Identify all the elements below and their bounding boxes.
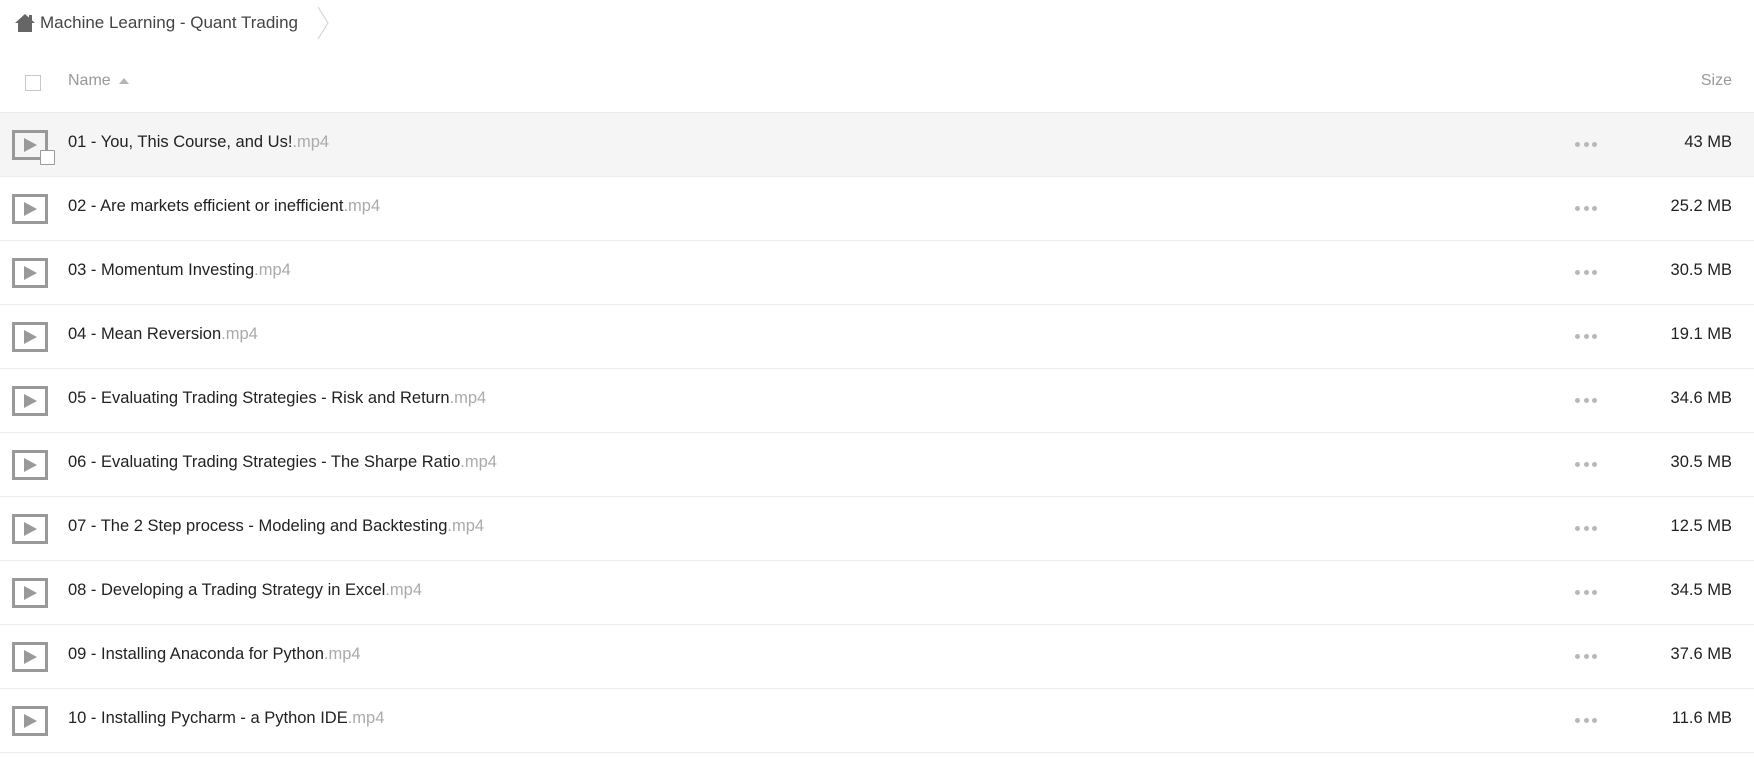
file-extension: .mp4	[347, 709, 385, 727]
sort-ascending-icon	[118, 78, 129, 84]
file-extension: .mp4	[221, 325, 258, 343]
file-row[interactable]: 07 - The 2 Step process - Modeling and B…	[0, 497, 1754, 561]
file-name[interactable]: 04 - Mean Reversion.mp4	[68, 325, 258, 344]
more-options-icon[interactable]	[1575, 270, 1597, 276]
file-name[interactable]: 05 - Evaluating Trading Strategies - Ris…	[68, 389, 486, 408]
more-options-icon[interactable]	[1575, 206, 1597, 212]
file-size: 25.2 MB	[1670, 197, 1732, 215]
file-size: 11.6 MB	[1671, 709, 1732, 727]
file-name[interactable]: 01 - You, This Course, and Us!.mp4	[68, 133, 329, 152]
home-icon[interactable]	[14, 13, 36, 33]
file-extension: .mp4	[254, 261, 291, 279]
file-name-base: 03 - Momentum Investing	[68, 261, 255, 279]
file-name[interactable]: 10 - Installing Pycharm - a Python IDE.m…	[68, 709, 384, 728]
file-extension: .mp4	[447, 517, 485, 535]
file-extension: .mp4	[460, 453, 497, 471]
name-column-header[interactable]: Name	[68, 72, 129, 90]
file-name-base: 08 - Developing a Trading Strategy in Ex…	[68, 581, 386, 599]
more-options-icon[interactable]	[1575, 590, 1597, 596]
name-column-label: Name	[68, 72, 111, 89]
file-size: 30.5 MB	[1670, 261, 1732, 279]
more-options-icon[interactable]	[1575, 334, 1597, 340]
breadcrumb: Machine Learning - Quant Trading	[14, 6, 330, 40]
file-name[interactable]: 06 - Evaluating Trading Strategies - The…	[68, 453, 497, 472]
file-row[interactable]: 08 - Developing a Trading Strategy in Ex…	[0, 561, 1754, 625]
file-row[interactable]: 09 - Installing Anaconda for Python.mp4 …	[0, 625, 1754, 689]
file-name[interactable]: 09 - Installing Anaconda for Python.mp4	[68, 645, 361, 664]
file-extension: .mp4	[323, 645, 361, 663]
more-options-icon[interactable]	[1575, 654, 1597, 660]
more-options-icon[interactable]	[1575, 398, 1597, 404]
file-size: 12.5 MB	[1670, 517, 1732, 535]
file-extension: .mp4	[449, 389, 487, 407]
file-size: 19.1 MB	[1670, 325, 1732, 343]
file-name[interactable]: 03 - Momentum Investing.mp4	[68, 261, 291, 280]
file-size: 37.6 MB	[1670, 645, 1732, 663]
file-name-base: 07 - The 2 Step process - Modeling and B…	[68, 517, 448, 535]
file-list: 01 - You, This Course, and Us!.mp4 43 MB…	[0, 113, 1754, 753]
video-file-icon	[12, 706, 48, 736]
video-file-icon	[12, 194, 48, 224]
file-extension: .mp4	[292, 133, 330, 151]
file-extension: .mp4	[343, 197, 381, 215]
file-row[interactable]: 04 - Mean Reversion.mp4 19.1 MB	[0, 305, 1754, 369]
more-options-icon[interactable]	[1575, 142, 1597, 148]
file-row[interactable]: 02 - Are markets efficient or inefficien…	[0, 177, 1754, 241]
file-name[interactable]: 07 - The 2 Step process - Modeling and B…	[68, 517, 484, 536]
video-file-icon	[12, 450, 48, 480]
video-file-icon	[12, 322, 48, 352]
file-size: 30.5 MB	[1670, 453, 1732, 471]
video-file-icon	[12, 386, 48, 416]
file-name-base: 01 - You, This Course, and Us!	[68, 133, 293, 151]
file-extension: .mp4	[385, 581, 423, 599]
file-name-base: 04 - Mean Reversion	[68, 325, 222, 343]
file-row[interactable]: 01 - You, This Course, and Us!.mp4 43 MB	[0, 113, 1754, 177]
video-file-icon	[12, 258, 48, 288]
more-options-icon[interactable]	[1575, 462, 1597, 468]
select-all-checkbox[interactable]	[25, 75, 41, 91]
size-column-header[interactable]: Size	[1701, 72, 1732, 90]
file-size: 34.6 MB	[1670, 389, 1732, 407]
file-row[interactable]: 03 - Momentum Investing.mp4 30.5 MB	[0, 241, 1754, 305]
more-options-icon[interactable]	[1575, 718, 1597, 724]
file-size: 43 MB	[1684, 133, 1732, 151]
file-name[interactable]: 02 - Are markets efficient or inefficien…	[68, 197, 380, 216]
file-row[interactable]: 05 - Evaluating Trading Strategies - Ris…	[0, 369, 1754, 433]
file-row[interactable]: 10 - Installing Pycharm - a Python IDE.m…	[0, 689, 1754, 753]
file-list-header: Name Size	[0, 58, 1754, 113]
video-file-icon	[12, 578, 48, 608]
file-row[interactable]: 06 - Evaluating Trading Strategies - The…	[0, 433, 1754, 497]
video-file-icon	[12, 514, 48, 544]
file-size: 34.5 MB	[1670, 581, 1732, 599]
chevron-right-icon	[317, 6, 329, 40]
file-name-base: 02 - Are markets efficient or inefficien…	[68, 197, 344, 215]
file-name-base: 05 - Evaluating Trading Strategies - Ris…	[68, 389, 450, 407]
row-select-checkbox[interactable]	[40, 150, 55, 165]
file-name-base: 09 - Installing Anaconda for Python	[68, 645, 324, 663]
file-name-base: 10 - Installing Pycharm - a Python IDE	[68, 709, 348, 727]
video-file-icon	[12, 642, 48, 672]
file-name[interactable]: 08 - Developing a Trading Strategy in Ex…	[68, 581, 422, 600]
file-name-base: 06 - Evaluating Trading Strategies - The…	[68, 453, 461, 471]
more-options-icon[interactable]	[1575, 526, 1597, 532]
breadcrumb-current-folder[interactable]: Machine Learning - Quant Trading	[40, 13, 298, 33]
